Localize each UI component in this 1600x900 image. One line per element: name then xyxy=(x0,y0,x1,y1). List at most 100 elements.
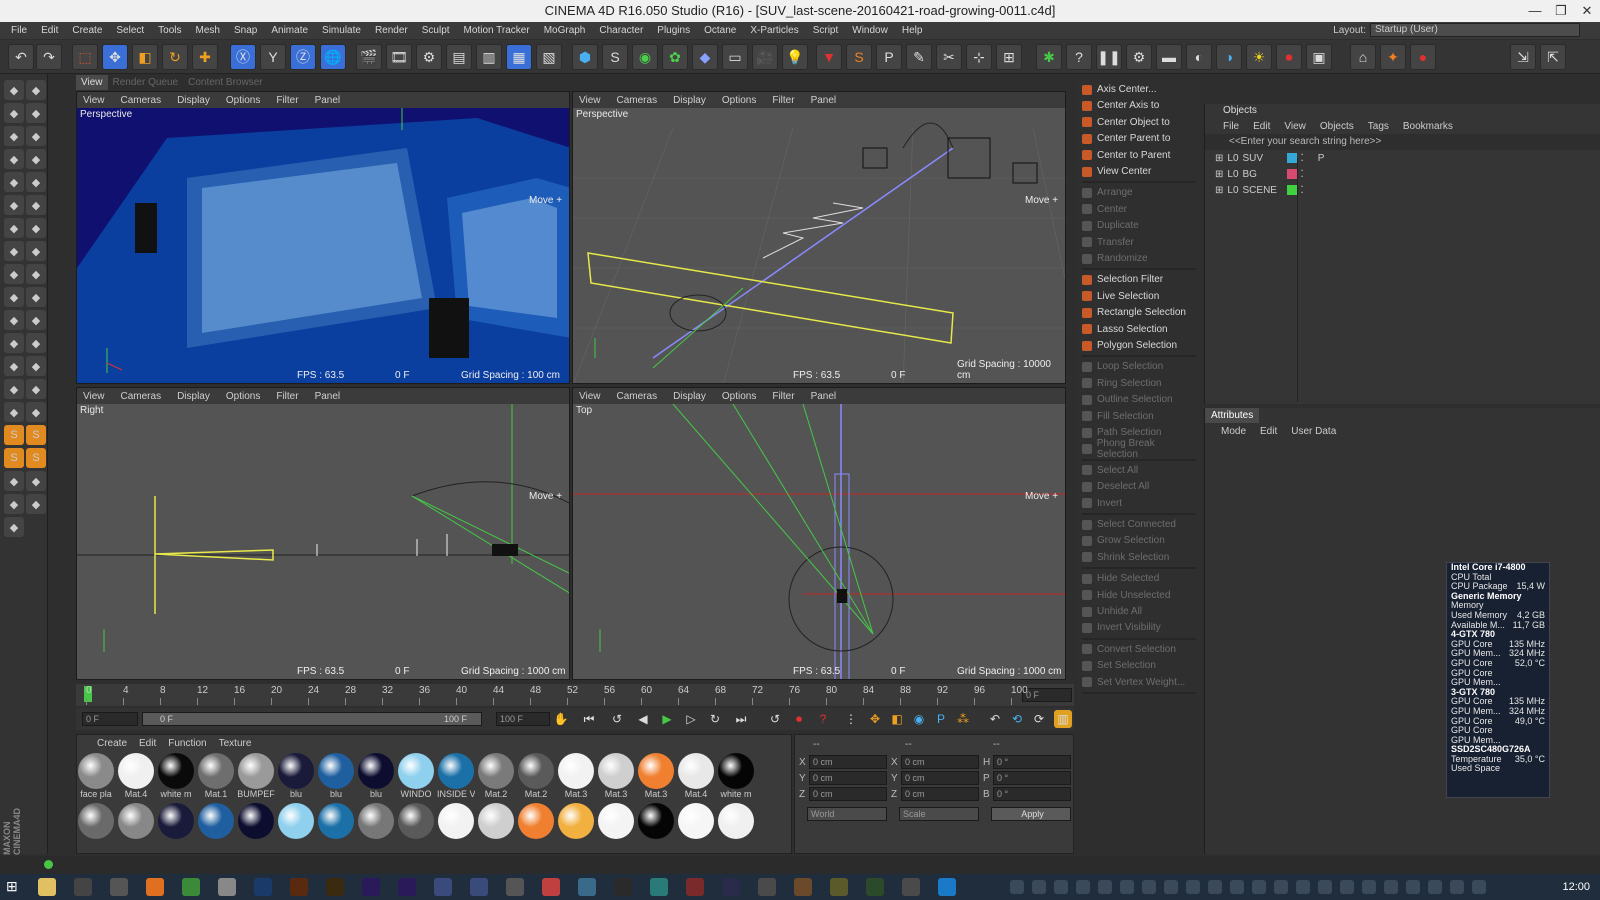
vp-menu-view[interactable]: View xyxy=(83,95,105,106)
select-tool-icon[interactable]: ⬚ xyxy=(72,44,98,70)
command-outline-selection[interactable]: Outline Selection xyxy=(1082,392,1196,407)
vp-menu-view[interactable]: View xyxy=(83,391,105,402)
pos-x-field[interactable]: 0 cm xyxy=(809,755,887,769)
help-icon[interactable]: ? xyxy=(1066,44,1092,70)
command-phong-break-selection[interactable]: Phong Break Selection xyxy=(1082,438,1196,460)
command-select-all[interactable]: Select All xyxy=(1082,463,1196,478)
render-view-icon[interactable]: 🎬 xyxy=(356,44,382,70)
z-axis-icon[interactable]: Ⓩ xyxy=(290,44,316,70)
key-pla-icon[interactable]: ⁂ xyxy=(954,710,972,728)
vp-menu-view[interactable]: View xyxy=(579,391,601,402)
floor-icon[interactable]: ▭ xyxy=(722,44,748,70)
null-icon[interactable]: ◆ xyxy=(4,379,24,399)
expand-icon[interactable]: ⊞ xyxy=(1215,153,1223,164)
brush-icon[interactable]: ◆ xyxy=(26,195,46,215)
material-swatch[interactable]: blu xyxy=(317,753,355,799)
menu-simulate[interactable]: Simulate xyxy=(315,25,368,36)
restore-icon[interactable]: ❐ xyxy=(1548,0,1574,22)
rot-h-field[interactable]: 0 ° xyxy=(993,755,1071,769)
apply-button[interactable]: Apply xyxy=(991,807,1071,821)
lock-icon[interactable]: ⌂ xyxy=(1350,44,1376,70)
command-fill-selection[interactable]: Fill Selection xyxy=(1082,409,1196,424)
key-scale-icon[interactable]: ◧ xyxy=(888,710,906,728)
taskbar-cinema4d-icon[interactable] xyxy=(434,878,452,896)
material-swatch[interactable] xyxy=(237,803,275,849)
close-icon[interactable]: ✕ xyxy=(1574,0,1600,22)
attr-menu-mode[interactable]: Mode xyxy=(1221,426,1246,437)
material-swatch[interactable] xyxy=(477,803,515,849)
tweak-mode-icon[interactable]: ◆ xyxy=(4,172,24,192)
material-swatch[interactable]: blu xyxy=(357,753,395,799)
vp-menu-cameras[interactable]: Cameras xyxy=(121,95,162,106)
psr-icon[interactable]: P xyxy=(876,44,902,70)
redo-icon[interactable]: ↷ xyxy=(36,44,62,70)
viewport-top[interactable]: View Cameras Display Options Filter Pane… xyxy=(572,387,1066,680)
object-row-scene[interactable]: ⊞ L0 SCENE ⁚ xyxy=(1205,182,1600,198)
bevel-icon[interactable]: ◆ xyxy=(26,264,46,284)
light-icon[interactable]: ◆ xyxy=(26,218,46,238)
taskbar-app-10-icon[interactable] xyxy=(866,878,884,896)
tray-icon[interactable] xyxy=(1208,880,1222,894)
timeline-bounce-icon[interactable]: ⟳ xyxy=(1030,710,1048,728)
timeline-loop-icon[interactable]: ⟲ xyxy=(1008,710,1026,728)
tray-icon[interactable] xyxy=(1142,880,1156,894)
figure-icon[interactable]: ◆ xyxy=(26,356,46,376)
vp-menu-cameras[interactable]: Cameras xyxy=(121,391,162,402)
half-circle-icon[interactable]: ◑ xyxy=(1216,44,1242,70)
camera-icon[interactable]: 🎥 xyxy=(752,44,778,70)
record-keys-icon[interactable]: ⏺ xyxy=(790,710,808,728)
taskbar-app-5-icon[interactable] xyxy=(686,878,704,896)
interactive-render-icon[interactable]: ▦ xyxy=(506,44,532,70)
key-param-icon[interactable]: P xyxy=(932,710,950,728)
recent-tool-icon[interactable]: ✚ xyxy=(192,44,218,70)
material-swatch[interactable]: BUMPEF xyxy=(237,753,275,799)
current-frame-field[interactable]: 0 F xyxy=(1022,688,1072,702)
collapse-icon[interactable]: ⇱ xyxy=(1540,44,1566,70)
frame-range-slider[interactable]: 0 F 100 F xyxy=(142,712,482,726)
material-swatch[interactable]: WINDO xyxy=(397,753,435,799)
menu-edit[interactable]: Edit xyxy=(34,25,65,36)
tray-icon[interactable] xyxy=(1076,880,1090,894)
move-tool-icon[interactable]: ✥ xyxy=(102,44,128,70)
s-tool-2-icon[interactable]: S xyxy=(26,425,46,445)
tray-icon[interactable] xyxy=(1318,880,1332,894)
taskbar-app-icon[interactable] xyxy=(542,878,560,896)
hair-icon[interactable]: ◆ xyxy=(4,264,24,284)
ring-icon[interactable]: ◆ xyxy=(26,241,46,261)
coord-mode-dropdown[interactable]: World xyxy=(807,807,887,821)
key-selection-icon[interactable]: ⋮ xyxy=(842,710,860,728)
material-swatch[interactable] xyxy=(437,803,475,849)
sculpt-icon[interactable]: ◆ xyxy=(4,195,24,215)
command-ring-selection[interactable]: Ring Selection xyxy=(1082,376,1196,391)
vp-menu-display[interactable]: Display xyxy=(177,391,210,402)
tray-icon[interactable] xyxy=(1296,880,1310,894)
sun-icon[interactable]: ☀ xyxy=(1246,44,1272,70)
size-z-field[interactable]: 0 cm xyxy=(901,787,979,801)
rotate-tool-icon[interactable]: ↻ xyxy=(162,44,188,70)
viewport-perspective-2[interactable]: View Cameras Display Options Filter Pane… xyxy=(572,91,1066,384)
material-swatch[interactable] xyxy=(357,803,395,849)
tray-icon[interactable] xyxy=(1054,880,1068,894)
vp-menu-panel[interactable]: Panel xyxy=(315,391,341,402)
workplane-icon[interactable]: ◆ xyxy=(26,103,46,123)
tray-icon[interactable] xyxy=(1032,880,1046,894)
x-axis-icon[interactable]: Ⓧ xyxy=(230,44,256,70)
vp-menu-display[interactable]: Display xyxy=(177,95,210,106)
magnet-icon[interactable]: ◆ xyxy=(4,310,24,330)
visibility-dots-icon[interactable]: ⁚ xyxy=(1301,185,1304,196)
visibility-dots-icon[interactable]: ⁚ xyxy=(1301,169,1304,180)
command-center-object-to[interactable]: Center Object to xyxy=(1082,115,1196,130)
material-swatch[interactable]: Mat.3 xyxy=(557,753,595,799)
menu-octane[interactable]: Octane xyxy=(697,25,743,36)
layout-selector[interactable]: Layout: Startup (User) xyxy=(1333,23,1580,37)
material-swatch[interactable] xyxy=(277,803,315,849)
expand-icon[interactable]: ⇲ xyxy=(1510,44,1536,70)
object-row-bg[interactable]: ⊞ L0 BG ⁚ xyxy=(1205,166,1600,182)
points-mode-icon[interactable]: ◆ xyxy=(4,126,24,146)
go-to-end-icon[interactable]: ⏭ xyxy=(732,710,750,728)
command-invert[interactable]: Invert xyxy=(1082,496,1196,511)
expand-icon[interactable]: ⊞ xyxy=(1215,169,1223,180)
camera-icon[interactable]: ◆ xyxy=(26,379,46,399)
viewport-right[interactable]: View Cameras Display Options Filter Pane… xyxy=(76,387,570,680)
material-swatch[interactable] xyxy=(637,803,675,849)
